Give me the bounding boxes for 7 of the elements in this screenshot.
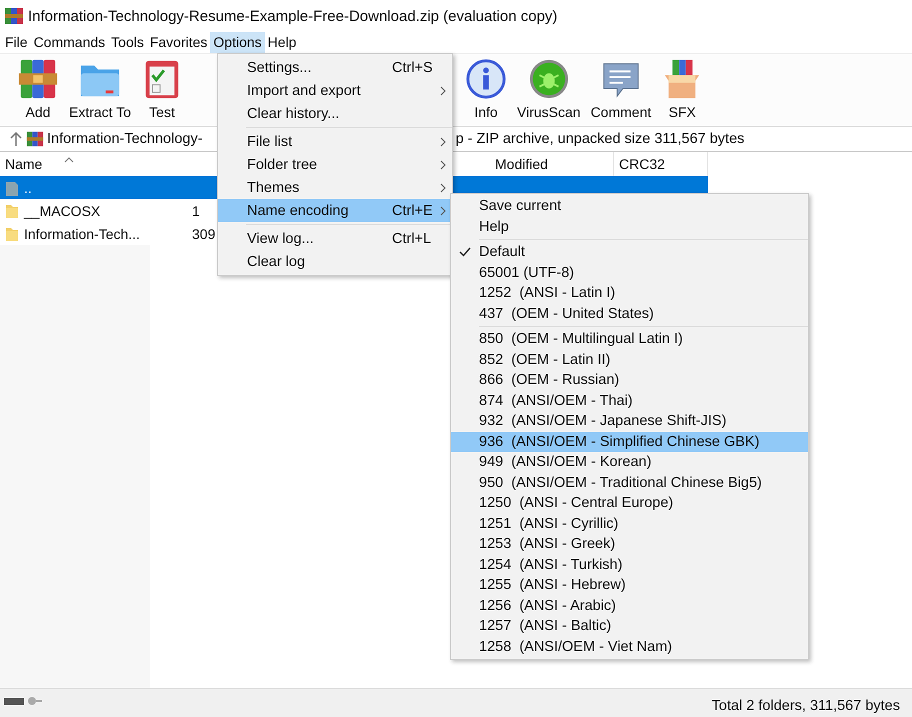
file-name: Information-Tech...	[24, 226, 141, 242]
file-size: 1	[192, 202, 201, 218]
archive-description: p - ZIP archive, unpacked size 311,567 bytes	[456, 131, 744, 147]
window-title: Information-Technology-Resume-Example-Free-Download.zip (evaluation copy)	[28, 8, 558, 24]
status-text: Total 2 folders, 311,567 bytes	[712, 698, 900, 714]
file-name: ..	[24, 180, 33, 196]
file-name: __MACOSX	[24, 202, 102, 218]
